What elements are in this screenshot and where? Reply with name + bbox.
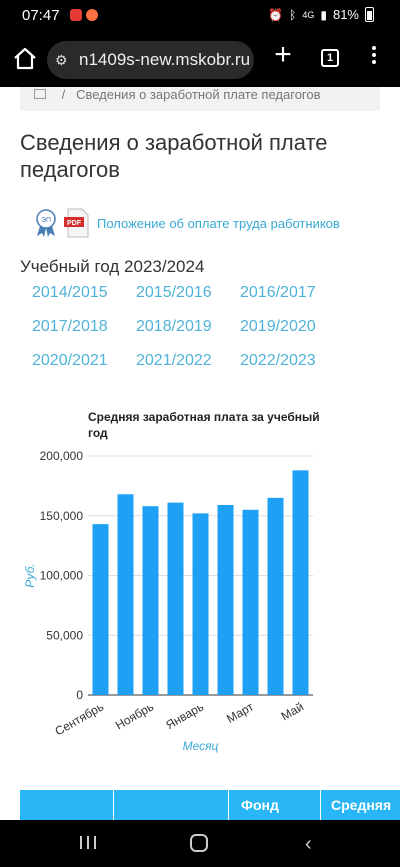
page-title: Сведения о заработной плате педагогов (20, 130, 328, 182)
svg-text:PDF: PDF (67, 220, 82, 227)
svg-text:ЭП: ЭП (41, 217, 51, 224)
bar-Март (242, 509, 259, 695)
bar-Сентябрь (92, 524, 109, 695)
breadcrumb-home-icon[interactable] (34, 89, 46, 99)
bar-Ноябрь (142, 506, 159, 695)
notification-app-icon-2 (86, 9, 98, 21)
year-link-2015-2016[interactable]: 2015/2016 (136, 284, 212, 302)
salary-table-header: Фонд Средняя (20, 790, 400, 820)
y-tick-label: 150,000 (40, 509, 84, 523)
year-link-2022-2023[interactable]: 2022/2023 (240, 352, 316, 370)
url-text[interactable]: n1409s-new.mskobr.ru (79, 50, 250, 70)
system-navigation-bar: ‹ (0, 820, 400, 867)
site-settings-icon[interactable]: ⚙ (55, 52, 73, 69)
document-link[interactable]: Положение об оплате труда работников (97, 216, 340, 231)
y-tick-label: 0 (76, 688, 83, 702)
x-tick-label: Сентябрь (52, 699, 106, 738)
bar-Май (292, 470, 309, 695)
status-bar: 07:47 ⏰ ᛒ 4G ▮ 81% (0, 0, 400, 32)
year-link-2017-2018[interactable]: 2017/2018 (32, 318, 108, 336)
alarm-icon: ⏰ (268, 7, 284, 22)
y-tick-label: 100,000 (40, 569, 84, 583)
page-content: / Сведения о заработной плате педагогов … (0, 87, 400, 820)
bluetooth-icon: ᛒ (289, 7, 297, 22)
bar-Октябрь (117, 494, 134, 695)
year-link-2020-2021[interactable]: 2020/2021 (32, 352, 108, 370)
status-indicators: ⏰ ᛒ 4G ▮ 81% (268, 7, 374, 22)
recent-apps-button[interactable] (80, 836, 96, 849)
table-header-fund: Фонд (229, 790, 321, 820)
notification-app-icon (70, 9, 82, 21)
year-link-2014-2015[interactable]: 2014/2015 (32, 284, 108, 302)
y-tick-label: 50,000 (46, 628, 83, 642)
address-bar[interactable]: ⚙ n1409s-new.mskobr.ru (47, 41, 254, 79)
battery-percent: 81% (332, 7, 359, 22)
more-options-icon[interactable] (370, 46, 378, 67)
tab-switcher-button[interactable]: 1 (321, 49, 339, 67)
bar-Апрель (267, 497, 284, 695)
browser-toolbar: ⚙ n1409s-new.mskobr.ru + 1 (0, 32, 400, 87)
pdf-icon[interactable]: PDF (64, 208, 90, 238)
x-tick-label: Ноябрь (113, 699, 156, 732)
table-header-cell (20, 790, 114, 820)
x-tick-label: Январь (163, 699, 206, 732)
chart-canvas: 0 50,000 100,000 150,000 200,000 Сентябрь Нояб… (23, 449, 313, 753)
breadcrumb-separator: / (61, 87, 73, 102)
y-tick-label: 200,000 (40, 449, 84, 463)
table-header-cell (114, 790, 229, 820)
bar-Февраль (217, 504, 234, 695)
year-link-2018-2019[interactable]: 2018/2019 (136, 318, 212, 336)
table-header-average: Средняя (331, 797, 392, 813)
year-link-2019-2020[interactable]: 2019/2020 (240, 318, 316, 336)
salary-chart: Средняя заработная плата за учебный год … (0, 397, 400, 767)
current-year-label: Учебный год 2023/2024 (20, 257, 205, 276)
signal-icon: ▮ (320, 7, 327, 22)
new-tab-button[interactable]: + (268, 38, 298, 72)
home-icon[interactable] (10, 44, 40, 74)
y-axis-title: Руб. (23, 563, 37, 587)
back-button[interactable]: ‹ (305, 833, 312, 856)
breadcrumb: / Сведения о заработной плате педагогов (20, 87, 380, 111)
network-type: 4G (302, 9, 315, 20)
electronic-signature-icon: ЭП (36, 209, 56, 237)
home-button[interactable] (190, 834, 208, 852)
status-time: 07:47 (22, 7, 60, 24)
year-link-2016-2017[interactable]: 2016/2017 (240, 284, 316, 302)
battery-icon (365, 7, 374, 22)
bar-Январь (192, 513, 209, 695)
year-link-2021-2022[interactable]: 2021/2022 (136, 352, 212, 370)
bar-Декабрь (167, 502, 184, 695)
x-axis-title: Месяц (183, 739, 219, 753)
document-row: ЭП PDF Положение об оплате труда работни… (33, 207, 340, 239)
breadcrumb-current: Сведения о заработной плате педагогов (76, 87, 321, 102)
x-tick-label: Май (279, 699, 306, 723)
x-tick-label: Март (224, 699, 256, 726)
